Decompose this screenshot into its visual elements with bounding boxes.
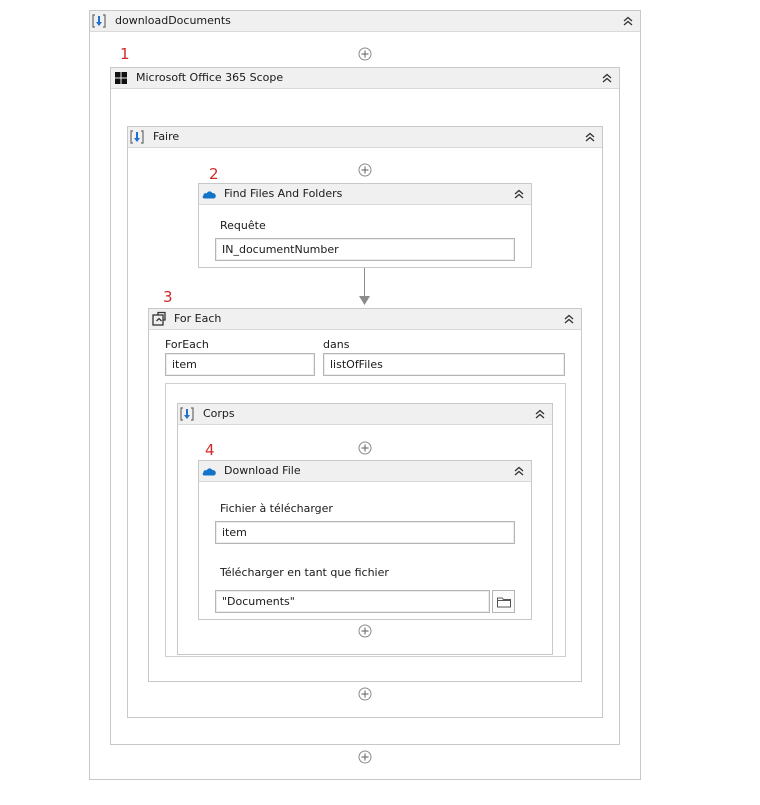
find-files-and-folders-activity[interactable]: Find Files And Folders Requête IN_docume… <box>198 183 532 268</box>
activity-title: downloadDocuments <box>115 14 231 27</box>
foreach-label: ForEach <box>165 338 209 351</box>
collapse-icon[interactable] <box>532 406 548 422</box>
activity-header[interactable]: Corps <box>178 404 552 425</box>
onedrive-cloud-icon <box>201 186 217 202</box>
sequence-icon <box>179 406 195 422</box>
save-as-file-label: Télécharger en tant que fichier <box>220 566 389 579</box>
activity-title: Faire <box>153 130 180 143</box>
activity-title: Corps <box>203 407 235 420</box>
activity-header[interactable]: For Each <box>149 309 581 330</box>
collapse-icon[interactable] <box>599 70 615 86</box>
activity-title: For Each <box>174 312 222 325</box>
activity-header[interactable]: Faire <box>128 127 602 148</box>
add-activity-icon[interactable] <box>358 47 372 61</box>
sequence-icon <box>91 13 107 29</box>
activity-header[interactable]: Microsoft Office 365 Scope <box>111 68 619 89</box>
save-as-file-input[interactable]: "Documents" <box>215 590 490 613</box>
in-label: dans <box>323 338 350 351</box>
in-collection-input[interactable]: listOfFiles <box>323 353 565 376</box>
folder-icon <box>496 594 512 610</box>
collapse-icon[interactable] <box>620 13 636 29</box>
add-activity-icon[interactable] <box>358 441 372 455</box>
collapse-icon[interactable] <box>511 463 527 479</box>
add-activity-icon[interactable] <box>358 687 372 701</box>
query-label: Requête <box>220 219 266 232</box>
download-file-activity[interactable]: Download File Fichier à télécharger item… <box>198 460 532 620</box>
annotation-2: 2 <box>209 165 219 183</box>
activity-title: Microsoft Office 365 Scope <box>136 71 284 84</box>
sequence-icon <box>129 129 145 145</box>
add-activity-icon[interactable] <box>358 750 372 764</box>
annotation-3: 3 <box>163 288 173 306</box>
activity-title: Find Files And Folders <box>224 187 343 200</box>
activity-header[interactable]: Download File <box>199 461 531 482</box>
annotation-1: 1 <box>120 45 130 63</box>
file-to-download-input[interactable]: item <box>215 521 515 544</box>
annotation-4: 4 <box>205 441 215 459</box>
foreach-item-input[interactable]: item <box>165 353 315 376</box>
collapse-icon[interactable] <box>561 311 577 327</box>
microsoft-windows-icon <box>113 70 129 86</box>
for-each-icon <box>151 311 167 327</box>
collapse-icon[interactable] <box>511 186 527 202</box>
activity-header[interactable]: downloadDocuments <box>90 11 640 32</box>
activity-header[interactable]: Find Files And Folders <box>199 184 531 205</box>
browse-folder-button[interactable] <box>492 590 515 613</box>
collapse-icon[interactable] <box>582 129 598 145</box>
connector-arrowhead <box>359 296 370 305</box>
activity-title: Download File <box>224 464 301 477</box>
add-activity-icon[interactable] <box>358 163 372 177</box>
query-input[interactable]: IN_documentNumber <box>215 238 515 261</box>
add-activity-icon[interactable] <box>358 624 372 638</box>
onedrive-cloud-icon <box>201 463 217 479</box>
file-to-download-label: Fichier à télécharger <box>220 502 333 515</box>
